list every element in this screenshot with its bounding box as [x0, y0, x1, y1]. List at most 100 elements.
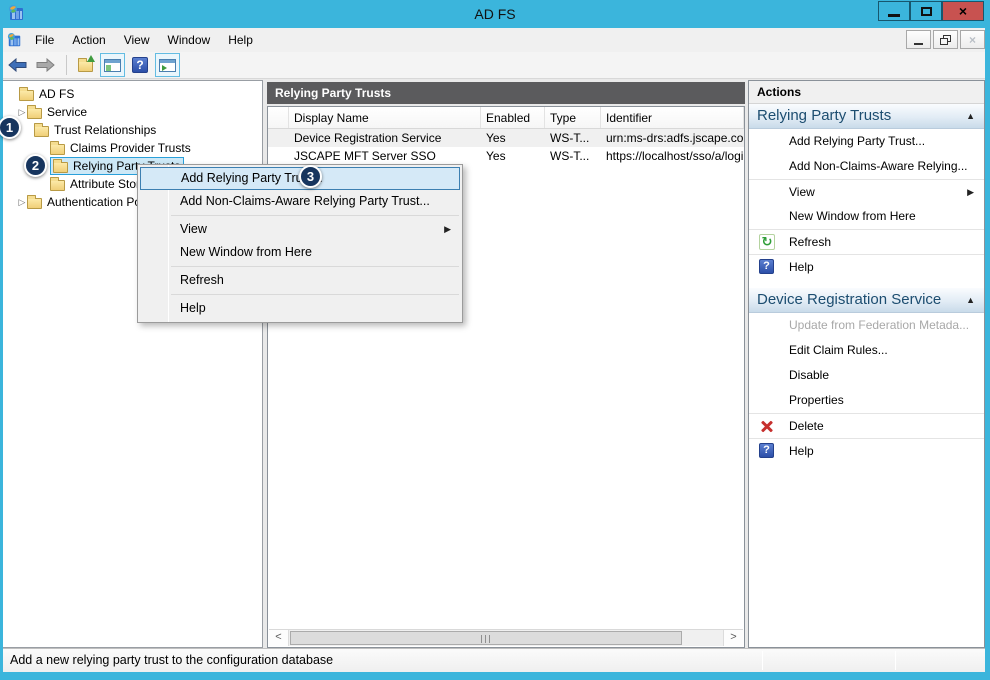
context-menu-separator [171, 294, 459, 295]
expand-arrow-icon[interactable]: ▷ [17, 197, 27, 208]
column-gutter[interactable] [268, 107, 289, 128]
action-refresh[interactable]: ↻ Refresh [749, 229, 984, 254]
child-close-button[interactable]: × [960, 30, 985, 49]
actions-section-device-registration-service[interactable]: Device Registration Service ▲ [749, 288, 984, 313]
context-menu-view[interactable]: View ▶ [138, 218, 462, 241]
toolbar: ? [0, 52, 990, 79]
maximize-icon [921, 7, 932, 16]
help-icon: ? [759, 259, 774, 274]
action-update-from-federation-metadata: Update from Federation Metada... [749, 313, 984, 338]
results-pane-title: Relying Party Trusts [267, 82, 745, 104]
step-badge-2: 2 [24, 154, 47, 177]
child-restore-button[interactable] [933, 30, 958, 49]
menu-file[interactable]: File [26, 28, 63, 52]
window-border-bottom [0, 672, 990, 680]
collapse-arrow-icon[interactable]: ▲ [966, 288, 975, 312]
tree-item-adfs[interactable]: AD FS [3, 85, 262, 103]
menu-bar: File Action View Window Help × [0, 28, 990, 52]
statusbar-divider [895, 651, 896, 670]
scroll-right-button[interactable]: > [723, 630, 743, 646]
help-icon: ? [759, 443, 774, 458]
column-enabled[interactable]: Enabled [481, 107, 545, 128]
up-one-level-button[interactable] [76, 53, 95, 77]
status-text: Add a new relying party trust to the con… [10, 653, 333, 667]
column-identifier[interactable]: Identifier [601, 107, 744, 128]
folder-icon [19, 90, 34, 101]
window-title: AD FS [0, 0, 990, 28]
refresh-icon: ↻ [759, 234, 775, 250]
column-type[interactable]: Type [545, 107, 601, 128]
minimize-icon [888, 14, 900, 17]
context-menu-new-window-from-here[interactable]: New Window from Here [138, 241, 462, 264]
status-bar: Add a new relying party trust to the con… [3, 648, 985, 672]
action-edit-claim-rules[interactable]: Edit Claim Rules... [749, 338, 984, 363]
minimize-button[interactable] [878, 1, 910, 21]
context-menu-add-non-claims-aware[interactable]: Add Non-Claims-Aware Relying Party Trust… [138, 190, 462, 213]
show-hide-action-pane-button[interactable] [155, 53, 180, 77]
cell-type: WS-T... [545, 131, 601, 145]
cell-display-name: JSCAPE MFT Server SSO [289, 149, 481, 163]
maximize-button[interactable] [910, 1, 942, 21]
horizontal-scrollbar[interactable]: < > [269, 629, 743, 646]
help-icon: ? [132, 57, 148, 73]
context-menu-help[interactable]: Help [138, 297, 462, 320]
child-minimize-button[interactable] [906, 30, 931, 49]
toolbar-separator [66, 55, 67, 75]
folder-icon [27, 108, 42, 119]
cell-identifier: https://localhost/sso/a/login [601, 149, 744, 163]
folder-icon [27, 198, 42, 209]
action-disable[interactable]: Disable [749, 363, 984, 388]
action-properties[interactable]: Properties [749, 388, 984, 413]
back-button[interactable] [6, 53, 29, 77]
console-tree-icon [104, 59, 121, 72]
actions-section-relying-party-trusts[interactable]: Relying Party Trusts ▲ [749, 104, 984, 129]
action-view[interactable]: View ▶ [749, 179, 984, 204]
show-hide-console-tree-button[interactable] [100, 53, 125, 77]
submenu-arrow-icon: ▶ [444, 218, 451, 241]
action-add-non-claims-aware[interactable]: Add Non-Claims-Aware Relying... [749, 154, 984, 179]
title-bar: AD FS × [0, 0, 990, 28]
menu-action[interactable]: Action [63, 28, 114, 52]
scrollbar-thumb[interactable] [290, 631, 682, 645]
context-menu-separator [171, 266, 459, 267]
up-one-level-icon [78, 61, 93, 72]
forward-icon [36, 58, 55, 72]
forward-button[interactable] [34, 53, 57, 77]
tree-item-claims-provider-trusts[interactable]: Claims Provider Trusts [3, 139, 262, 157]
help-toolbar-button[interactable]: ? [130, 53, 150, 77]
folder-icon [53, 162, 68, 173]
context-menu: Add Relying Party Trust... Add Non-Claim… [137, 164, 463, 323]
actions-pane: Actions Relying Party Trusts ▲ Add Relyi… [748, 80, 985, 648]
cell-enabled: Yes [481, 131, 545, 145]
menu-window[interactable]: Window [159, 28, 220, 52]
action-add-relying-party-trust[interactable]: Add Relying Party Trust... [749, 129, 984, 154]
restore-icon [940, 35, 951, 45]
scroll-left-button[interactable]: < [269, 630, 289, 646]
collapse-arrow-icon[interactable]: ▲ [966, 104, 975, 128]
minimize-icon [914, 43, 923, 45]
table-row[interactable]: JSCAPE MFT Server SSO Yes WS-T... https:… [268, 147, 744, 165]
expand-arrow-icon[interactable]: ▷ [17, 107, 27, 118]
context-menu-refresh[interactable]: Refresh [138, 269, 462, 292]
cell-identifier: urn:ms-drs:adfs.jscape.com [601, 131, 744, 145]
action-help[interactable]: ? Help [749, 254, 984, 279]
action-delete[interactable]: Delete [749, 413, 984, 438]
submenu-arrow-icon: ▶ [967, 180, 974, 204]
cell-enabled: Yes [481, 149, 545, 163]
folder-icon [34, 126, 49, 137]
close-button[interactable]: × [942, 1, 984, 21]
window-border-right [985, 28, 990, 680]
context-menu-separator [171, 215, 459, 216]
action-help-drs[interactable]: ? Help [749, 438, 984, 463]
menu-help[interactable]: Help [219, 28, 262, 52]
tree-item-service[interactable]: ▷ Service [3, 103, 262, 121]
back-icon [8, 58, 27, 72]
column-display-name[interactable]: Display Name [289, 107, 481, 128]
tree-item-trust-relationships[interactable]: Trust Relationships [3, 121, 262, 139]
table-row[interactable]: Device Registration Service Yes WS-T... … [268, 129, 744, 147]
action-new-window-from-here[interactable]: New Window from Here [749, 204, 984, 229]
tree-item-label: AD FS [39, 87, 74, 101]
list-header-row: Display Name Enabled Type Identifier [268, 107, 744, 129]
folder-icon [50, 144, 65, 155]
menu-view[interactable]: View [115, 28, 159, 52]
